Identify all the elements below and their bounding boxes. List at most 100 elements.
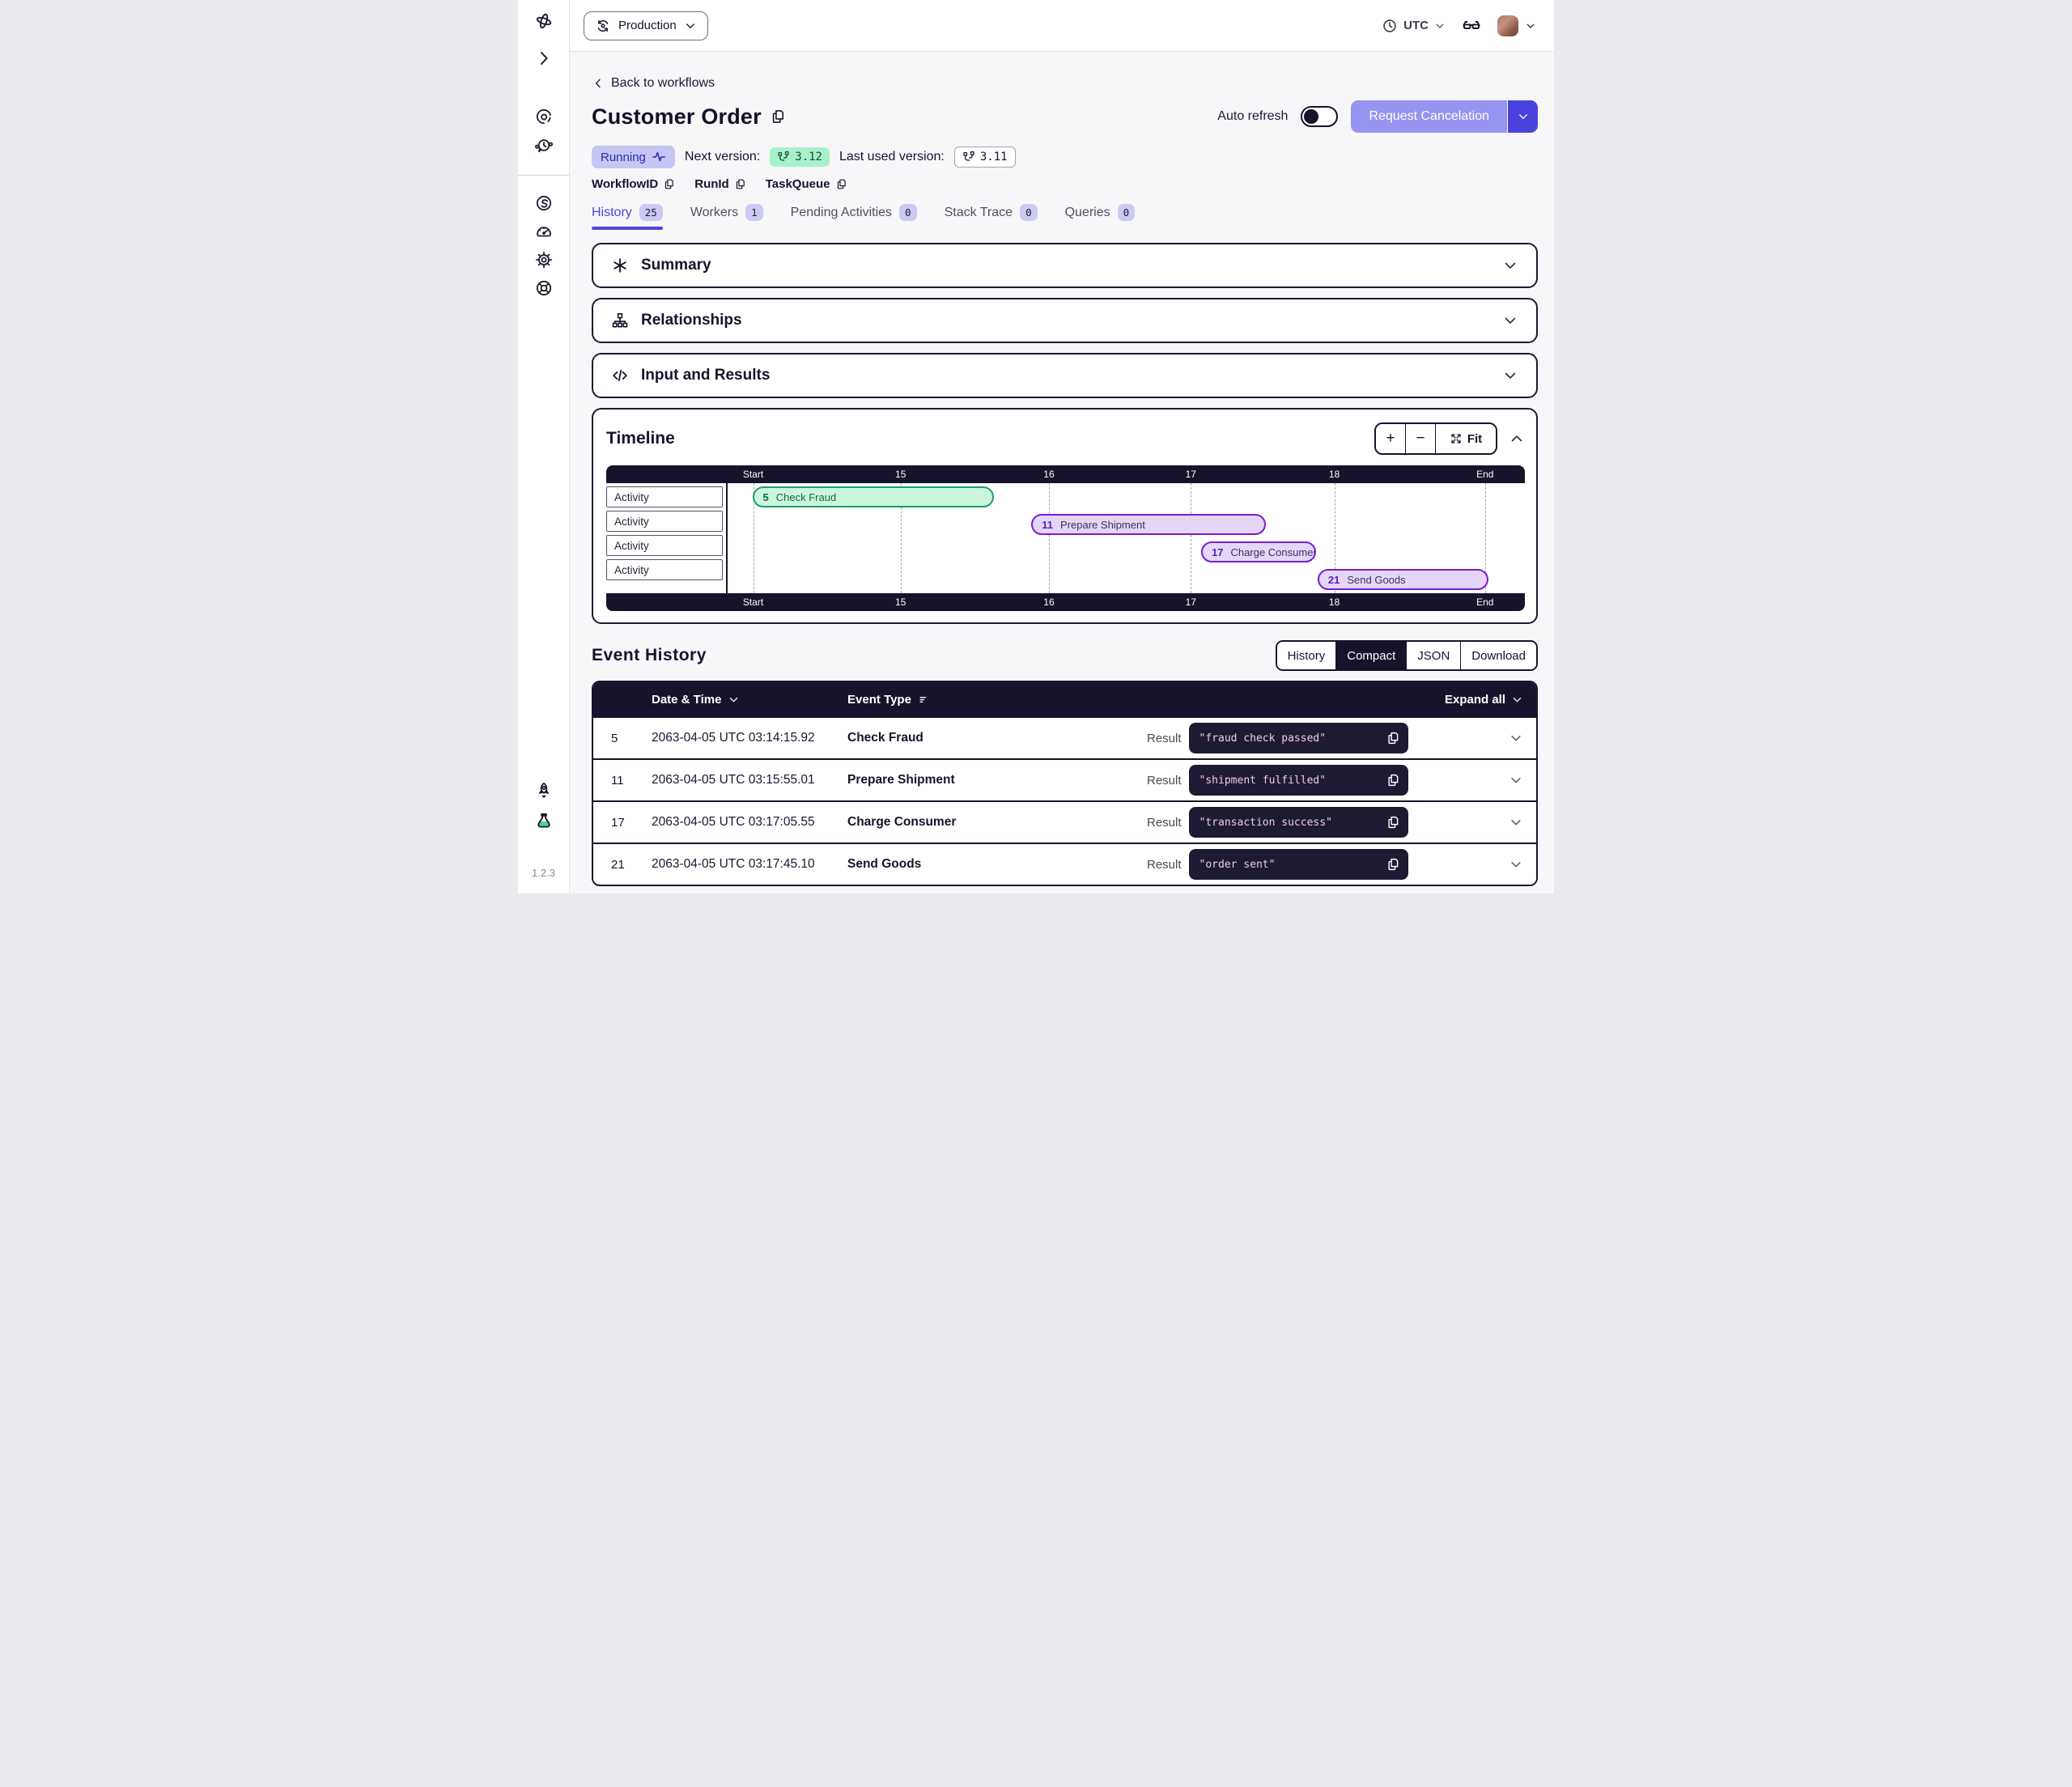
sidebar-item-getting-started-rocket-icon[interactable] — [534, 781, 554, 800]
event-row-21[interactable]: 212063-04-05 UTC 03:17:45.10Send GoodsRe… — [593, 843, 1536, 885]
clock-icon — [1382, 18, 1398, 34]
tab-workers[interactable]: Workers1 — [690, 204, 763, 230]
panel-label: Summary — [641, 257, 711, 274]
sidebar-item-labs-flask-icon[interactable] — [534, 812, 554, 831]
timeline-bar-send-goods[interactable]: 21Send Goods — [1318, 569, 1488, 590]
view-compact[interactable]: Compact — [1336, 642, 1407, 669]
expand-row-button[interactable] — [1509, 857, 1523, 872]
status-badge: Running — [592, 146, 675, 168]
timeline-row: 11Prepare Shipment — [728, 511, 1525, 538]
timeline-axis-bottom: Start15161718End — [606, 593, 1525, 611]
app-logo-icon — [534, 11, 554, 31]
meta-label: TaskQueue — [766, 177, 830, 191]
tab-queries[interactable]: Queries0 — [1065, 204, 1136, 230]
copy-icon — [1386, 815, 1400, 830]
result-chip[interactable]: "fraud check passed" — [1189, 723, 1408, 753]
event-row-5[interactable]: 52063-04-05 UTC 03:14:15.92Check FraudRe… — [593, 716, 1536, 758]
tab-stack-trace[interactable]: Stack Trace 0 — [945, 204, 1038, 230]
bar-event-name: Charge Consumer — [1231, 546, 1316, 558]
relationships-panel-header[interactable]: Relationships — [592, 298, 1538, 343]
result-value: "transaction success" — [1199, 817, 1386, 829]
sidebar-expand-chevron-right-icon[interactable] — [534, 49, 554, 68]
column-event-type[interactable]: Event Type — [847, 693, 1147, 707]
app-version: 1.2.3 — [532, 867, 555, 879]
zoom-in-button[interactable]: + — [1376, 424, 1406, 453]
meta-label: WorkflowID — [592, 177, 658, 191]
zoom-fit-button[interactable]: Fit — [1436, 424, 1496, 453]
event-history-header: Event History HistoryCompactJSONDownload — [592, 640, 1538, 671]
timezone-selector[interactable]: UTC — [1382, 18, 1446, 34]
chevron-down-icon — [1502, 367, 1518, 384]
expand-row-button[interactable] — [1509, 773, 1523, 787]
cancelation-options-button[interactable] — [1507, 100, 1538, 133]
view-json[interactable]: JSON — [1407, 642, 1461, 669]
column-datetime[interactable]: Date & Time — [652, 693, 847, 707]
timeline-panel: Timeline + − Fit — [592, 408, 1538, 624]
sidebar-item-schedules-icon[interactable] — [534, 136, 554, 155]
view-history[interactable]: History — [1277, 642, 1337, 669]
collapsible-panels: Summary Relationships Input and Results … — [592, 243, 1538, 624]
timeline-controls: + − Fit — [1374, 422, 1525, 455]
meta-runid[interactable]: RunId — [694, 177, 746, 191]
summary-panel-header[interactable]: Summary — [592, 243, 1538, 288]
tab-history[interactable]: History 25 — [592, 204, 663, 230]
app: 1.2.3 Production UTC — [518, 0, 1554, 894]
user-menu[interactable] — [1497, 15, 1536, 36]
sidebar-item-nexus-icon[interactable] — [534, 193, 554, 213]
tab-count-badge: 0 — [1118, 204, 1136, 221]
timeline-row: 5Check Fraud — [728, 483, 1525, 511]
timeline-collapse-button[interactable] — [1509, 431, 1525, 447]
chevron-down-icon — [1511, 694, 1523, 706]
topbar-right: UTC — [1382, 15, 1536, 36]
event-row-11[interactable]: 112063-04-05 UTC 03:15:55.01Prepare Ship… — [593, 758, 1536, 800]
timeline-plot: 5Check Fraud 11Prepare Shipment 17Charge C… — [728, 483, 1525, 593]
view-download[interactable]: Download — [1461, 642, 1536, 669]
auto-refresh-toggle[interactable] — [1301, 106, 1338, 127]
zoom-out-button[interactable]: − — [1406, 424, 1436, 453]
auto-refresh-label: Auto refresh — [1217, 109, 1288, 124]
sidebar: 1.2.3 — [518, 0, 570, 894]
copy-title-icon[interactable] — [770, 108, 786, 125]
sidebar-item-usage-gauge-icon[interactable] — [534, 222, 554, 241]
timeline-row-label: Activity — [606, 559, 723, 580]
event-row-17[interactable]: 172063-04-05 UTC 03:17:05.55Charge Consu… — [593, 800, 1536, 843]
result-label: Result — [1147, 732, 1182, 745]
timeline-bar-check-fraud[interactable]: 5Check Fraud — [753, 486, 994, 507]
expand-row-button[interactable] — [1509, 815, 1523, 830]
copy-icon — [1386, 857, 1400, 872]
sidebar-item-settings-gear-icon[interactable] — [534, 250, 554, 270]
table-header: Date & Time Event Type Expand all — [593, 682, 1536, 716]
tab-count-badge: 0 — [1020, 204, 1038, 221]
namespace-selector[interactable]: Production — [584, 11, 708, 40]
copy-icon — [663, 178, 675, 190]
tab-pending-activities[interactable]: Pending Activities0 — [791, 204, 917, 230]
event-datetime: 2063-04-05 UTC 03:17:45.10 — [652, 857, 847, 872]
page-title: Customer Order — [592, 104, 762, 129]
last-used-version-badge: 3.11 — [954, 146, 1016, 168]
request-cancelation-button[interactable]: Request Cancelation — [1351, 100, 1507, 133]
tab-count-badge: 25 — [639, 204, 663, 221]
timeline-bar-prepare-shipment[interactable]: 11Prepare Shipment — [1031, 514, 1266, 535]
result-chip[interactable]: "shipment fulfilled" — [1189, 765, 1408, 796]
labs-glasses-button[interactable] — [1462, 16, 1481, 36]
copy-icon — [835, 178, 847, 190]
pulse-icon — [652, 150, 666, 164]
result-chip[interactable]: "order sent" — [1189, 849, 1408, 880]
sidebar-item-support-lifebuoy-icon[interactable] — [534, 278, 554, 298]
tab-bar: History 25 Workers1 Pending Activities0 Stac… — [592, 204, 1538, 230]
event-datetime: 2063-04-05 UTC 03:15:55.01 — [652, 773, 847, 787]
panel-label: Input and Results — [641, 367, 770, 384]
tab-label: Stack Trace — [945, 206, 1013, 220]
tab-label: History — [592, 206, 632, 220]
meta-workflowid[interactable]: WorkflowID — [592, 177, 675, 191]
timeline-bar-charge-consumer[interactable]: 17Charge Consumer — [1201, 541, 1316, 562]
input-results-panel-header[interactable]: Input and Results — [592, 353, 1538, 398]
event-history-title: Event History — [592, 646, 707, 665]
chevron-left-icon — [592, 77, 605, 90]
expand-row-button[interactable] — [1509, 731, 1523, 745]
meta-taskqueue[interactable]: TaskQueue — [766, 177, 847, 191]
sidebar-item-workflows-icon[interactable] — [534, 107, 554, 126]
result-chip[interactable]: "transaction success" — [1189, 807, 1408, 838]
expand-all-button[interactable]: Expand all — [1445, 693, 1523, 707]
back-to-workflows-link[interactable]: Back to workflows — [592, 76, 715, 91]
